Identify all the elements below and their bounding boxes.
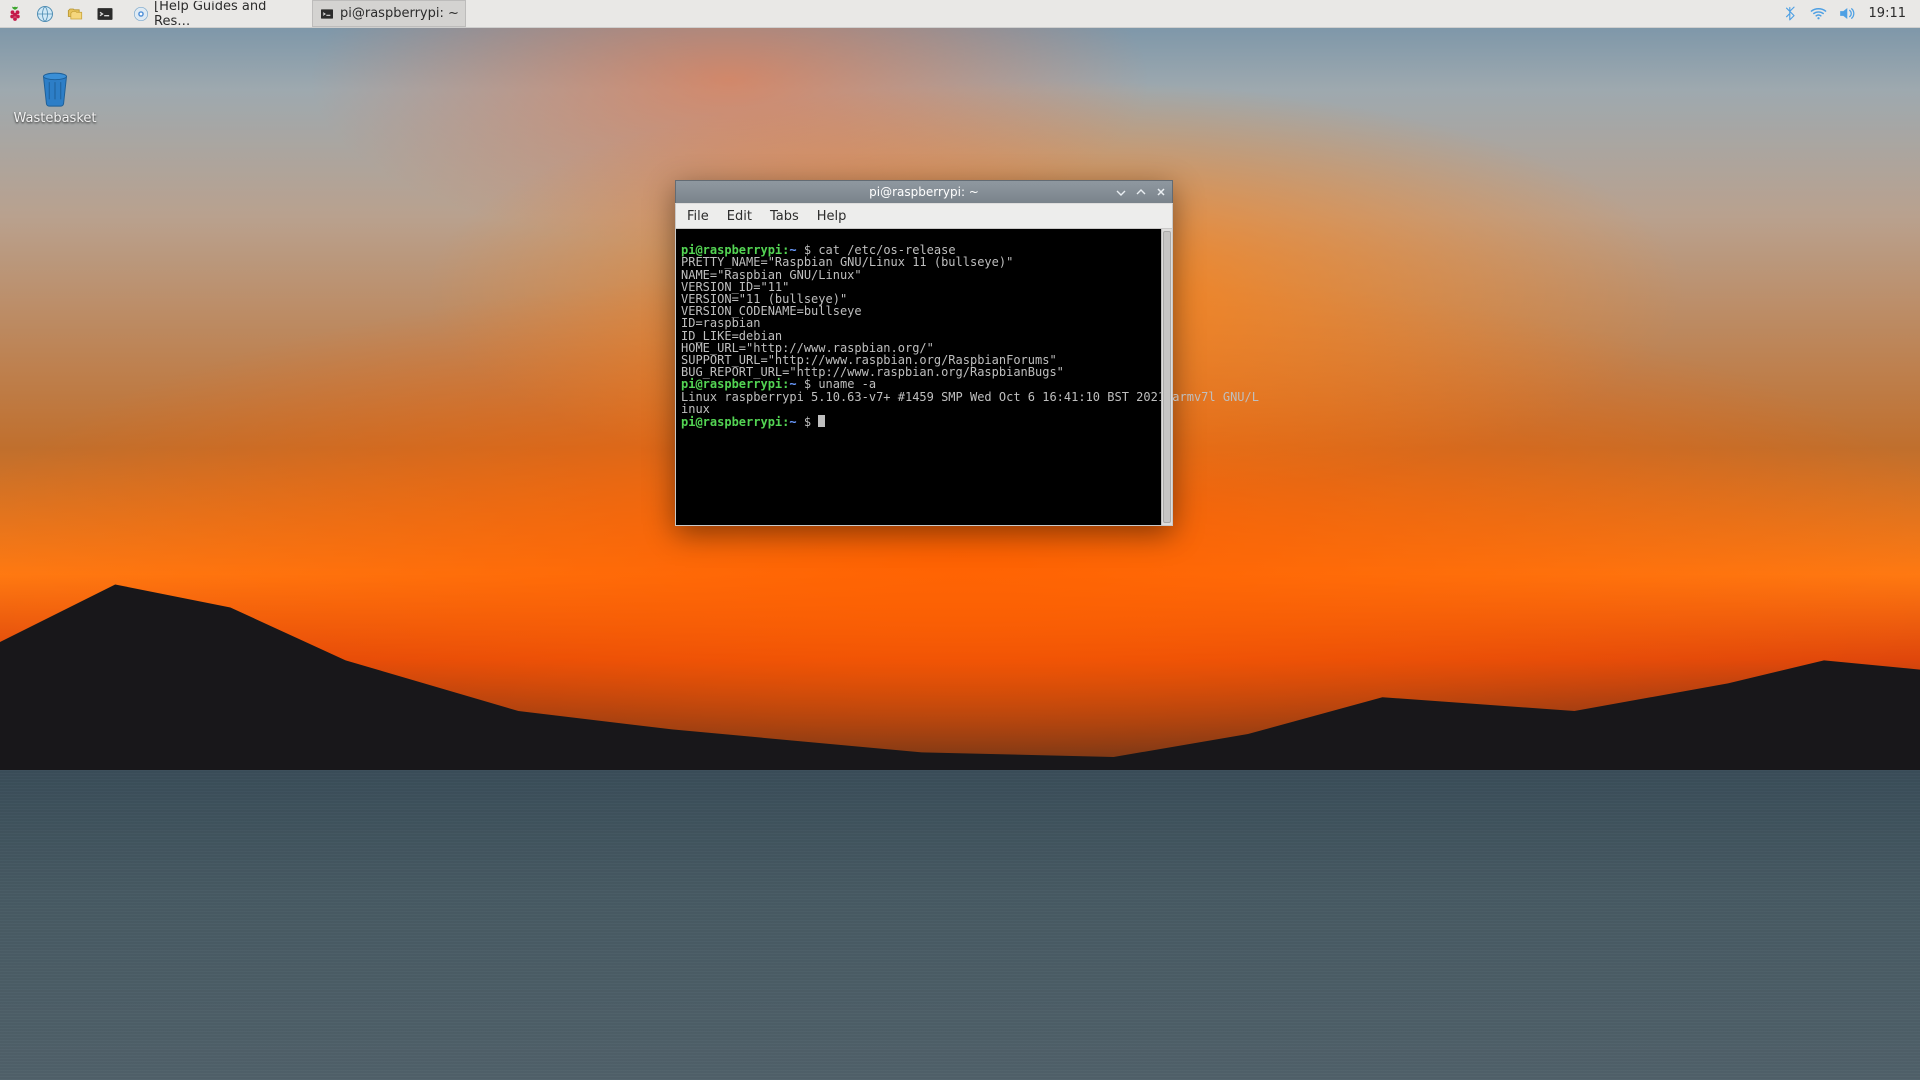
folders-icon	[65, 4, 85, 24]
applications-menu-button[interactable]	[2, 1, 28, 27]
taskbar: [Help Guides and Res… pi@raspberrypi: ~ 1…	[0, 0, 1920, 28]
wallpaper-water	[0, 770, 1920, 1080]
taskbar-button-label: pi@raspberrypi: ~	[340, 6, 459, 21]
window-titlebar[interactable]: pi@raspberrypi: ~	[675, 180, 1173, 203]
globe-icon	[35, 4, 55, 24]
terminal-menu-edit[interactable]: Edit	[720, 207, 759, 226]
speaker-icon	[1837, 4, 1856, 23]
window-close-button[interactable]	[1154, 185, 1168, 199]
terminal-cursor	[818, 415, 825, 427]
wallpaper-silhouette	[0, 550, 1920, 780]
terminal-body[interactable]: pi@raspberrypi:~ $ cat /etc/os-release P…	[675, 229, 1173, 526]
desktop-icon-wastebasket[interactable]: Wastebasket	[10, 63, 100, 126]
bluetooth-tray-icon[interactable]	[1779, 2, 1803, 26]
trash-icon	[32, 63, 78, 109]
taskbar-button-0[interactable]: [Help Guides and Res…	[126, 0, 310, 27]
taskbar-button-label: [Help Guides and Res…	[154, 0, 303, 27]
window-maximize-button[interactable]	[1134, 185, 1148, 199]
terminal-icon	[95, 4, 115, 24]
terminal-window[interactable]: pi@raspberrypi: ~ FileEditTabsHelp pi@ra…	[675, 180, 1173, 526]
raspberry-icon	[5, 4, 25, 24]
terminal-output: pi@raspberrypi:~ $ cat /etc/os-release P…	[681, 244, 1168, 428]
window-minimize-button[interactable]	[1114, 185, 1128, 199]
desktop-icon-label: Wastebasket	[10, 111, 100, 126]
terminal-launcher[interactable]	[92, 1, 118, 27]
volume-tray-icon[interactable]	[1835, 2, 1859, 26]
terminal-menu-help[interactable]: Help	[810, 207, 854, 226]
terminal-menu-file[interactable]: File	[680, 207, 716, 226]
wifi-icon	[1809, 4, 1828, 23]
terminal-menu-tabs[interactable]: Tabs	[763, 207, 806, 226]
terminal-scrollbar[interactable]	[1161, 229, 1172, 525]
bluetooth-icon	[1782, 5, 1799, 22]
web-browser-launcher[interactable]	[32, 1, 58, 27]
desktop-background[interactable]: Wastebasket pi@raspberrypi: ~ FileEditTa…	[0, 27, 1920, 1080]
window-title: pi@raspberrypi: ~	[869, 185, 979, 199]
network-tray-icon[interactable]	[1807, 2, 1831, 26]
taskbar-button-1[interactable]: pi@raspberrypi: ~	[312, 0, 466, 27]
terminal-icon	[319, 6, 335, 22]
terminal-menubar: FileEditTabsHelp	[675, 203, 1173, 229]
panel-clock[interactable]: 19:11	[1861, 6, 1920, 21]
chromium-icon	[133, 6, 149, 22]
file-manager-launcher[interactable]	[62, 1, 88, 27]
